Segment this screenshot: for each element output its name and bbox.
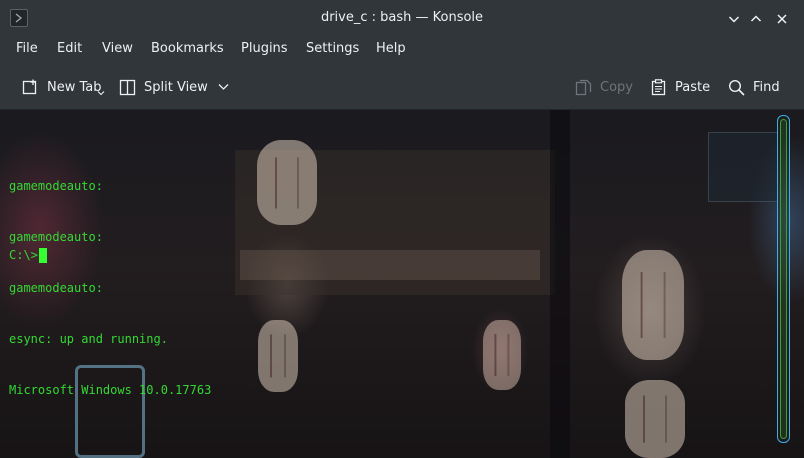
copy-icon	[575, 79, 592, 95]
minimize-button[interactable]	[724, 9, 744, 29]
terminal-scrollbar[interactable]	[777, 115, 790, 443]
background-lantern	[625, 380, 685, 458]
chevron-up-icon	[750, 15, 762, 22]
terminal-line: esync: up and running.	[9, 332, 168, 346]
background-sign	[708, 132, 778, 202]
new-tab-button[interactable]: New Tab	[22, 76, 102, 98]
new-tab-label: New Tab	[47, 79, 102, 95]
paste-icon	[651, 78, 666, 95]
background-lantern	[622, 250, 684, 360]
terminal-view[interactable]: gamemodeauto: gamemodeauto: gamemodeauto…	[0, 110, 804, 458]
terminal-line: Microsoft Windows 10.0.17763	[9, 383, 212, 397]
close-button[interactable]	[772, 9, 792, 29]
menu-help[interactable]: Help	[376, 41, 406, 56]
toolbar: New Tab Split View Copy Paste Find	[0, 63, 804, 110]
copy-button[interactable]: Copy	[575, 76, 633, 98]
menu-view[interactable]: View	[102, 41, 133, 56]
search-icon	[728, 79, 745, 96]
terminal-line: gamemodeauto:	[9, 230, 103, 244]
split-view-label: Split View	[144, 79, 208, 95]
terminal-prompt: C:\>	[9, 248, 38, 262]
paste-button[interactable]: Paste	[651, 76, 710, 98]
chevron-down-icon	[218, 84, 229, 90]
terminal-output: gamemodeauto: gamemodeauto: gamemodeauto…	[9, 144, 211, 433]
find-button[interactable]: Find	[728, 76, 780, 98]
close-icon	[777, 14, 787, 24]
menu-bar: File Edit View Bookmarks Plugins Setting…	[0, 37, 804, 63]
background-awning	[240, 250, 540, 280]
menu-file[interactable]: File	[16, 41, 38, 56]
copy-label: Copy	[600, 79, 633, 95]
menu-edit[interactable]: Edit	[57, 41, 82, 56]
background-lantern	[483, 320, 521, 390]
split-view-icon	[119, 79, 136, 95]
background-lantern	[258, 320, 298, 392]
menu-plugins[interactable]: Plugins	[241, 41, 288, 56]
new-tab-dropdown-icon[interactable]	[97, 90, 105, 96]
terminal-line: gamemodeauto:	[9, 179, 103, 193]
maximize-button[interactable]	[746, 9, 766, 29]
terminal-line: gamemodeauto:	[9, 281, 103, 295]
menu-bookmarks[interactable]: Bookmarks	[151, 41, 224, 56]
scrollbar-thumb[interactable]	[780, 119, 787, 439]
menu-settings[interactable]: Settings	[306, 41, 359, 56]
background-pillar	[550, 110, 570, 458]
terminal-prompt-line[interactable]: C:\>	[9, 247, 47, 264]
window-title: drive_c : bash — Konsole	[320, 10, 484, 25]
text-cursor	[38, 248, 47, 263]
title-bar: drive_c : bash — Konsole	[0, 0, 804, 37]
paste-label: Paste	[675, 79, 711, 95]
new-tab-icon	[22, 79, 37, 94]
split-view-button[interactable]: Split View	[119, 76, 237, 98]
find-label: Find	[753, 79, 780, 95]
background-lantern	[257, 140, 317, 225]
chevron-down-icon	[728, 16, 740, 23]
